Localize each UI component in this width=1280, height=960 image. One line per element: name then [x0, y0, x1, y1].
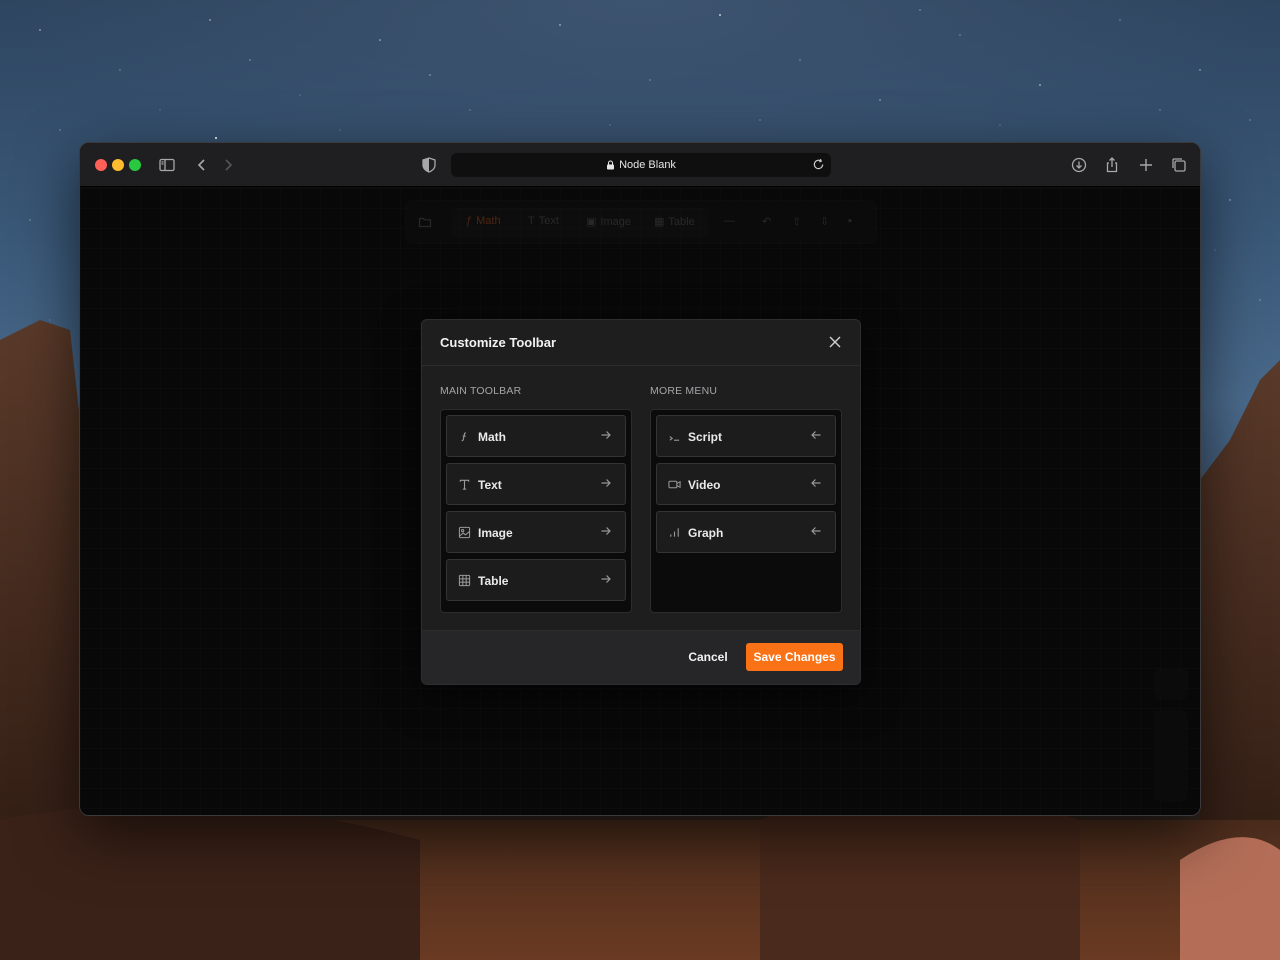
- function-icon: [457, 429, 471, 443]
- dialog-header: Customize Toolbar: [422, 320, 860, 366]
- maximize-window-button[interactable]: [129, 159, 141, 171]
- terminal-icon: [667, 429, 681, 443]
- download-icon[interactable]: [1069, 155, 1089, 175]
- image-icon: [457, 525, 471, 539]
- browser-window: Node Blank ƒ Math T Text ▣ Image ▦ Table…: [79, 142, 1201, 816]
- back-arrow-icon[interactable]: [192, 155, 212, 175]
- arrow-left-icon[interactable]: [809, 428, 823, 442]
- more-item-video[interactable]: Video: [656, 463, 836, 505]
- sidebar-toggle-icon[interactable]: [157, 155, 177, 175]
- privacy-shield-icon[interactable]: [419, 155, 439, 175]
- text-icon: [457, 477, 471, 491]
- cancel-button[interactable]: Cancel: [680, 643, 736, 671]
- dialog-footer: Cancel Save Changes: [422, 630, 860, 684]
- arrow-right-icon[interactable]: [599, 428, 613, 442]
- page-title: Node Blank: [619, 159, 676, 171]
- browser-titlebar: Node Blank: [80, 143, 1200, 187]
- arrow-left-icon[interactable]: [809, 524, 823, 538]
- more-item-graph[interactable]: Graph: [656, 511, 836, 553]
- tab-overview-icon[interactable]: [1169, 155, 1189, 175]
- more-menu-label: MORE MENU: [650, 385, 718, 397]
- close-icon[interactable]: [826, 333, 844, 351]
- save-changes-button[interactable]: Save Changes: [746, 643, 843, 671]
- main-item-math[interactable]: Math: [446, 415, 626, 457]
- forward-arrow-icon[interactable]: [218, 155, 238, 175]
- more-menu-list: Script Video Graph: [650, 409, 842, 613]
- arrow-left-icon[interactable]: [809, 476, 823, 490]
- arrow-right-icon[interactable]: [599, 524, 613, 538]
- main-toolbar-label: MAIN TOOLBAR: [440, 385, 522, 397]
- table-icon: [457, 573, 471, 587]
- minimize-window-button[interactable]: [112, 159, 124, 171]
- lock-icon: [606, 160, 615, 170]
- new-tab-icon[interactable]: [1136, 155, 1156, 175]
- main-item-image[interactable]: Image: [446, 511, 626, 553]
- reload-icon[interactable]: [812, 158, 825, 171]
- bar-chart-icon: [667, 525, 681, 539]
- video-icon: [667, 477, 681, 491]
- customize-toolbar-dialog: Customize Toolbar MAIN TOOLBAR MORE MENU…: [421, 319, 861, 685]
- main-item-text[interactable]: Text: [446, 463, 626, 505]
- main-toolbar-list: Math Text Image Table: [440, 409, 632, 613]
- dialog-title: Customize Toolbar: [440, 335, 557, 350]
- share-icon[interactable]: [1102, 155, 1122, 175]
- arrow-right-icon[interactable]: [599, 476, 613, 490]
- close-window-button[interactable]: [95, 159, 107, 171]
- arrow-right-icon[interactable]: [599, 572, 613, 586]
- main-item-table[interactable]: Table: [446, 559, 626, 601]
- address-bar[interactable]: Node Blank: [451, 153, 831, 177]
- more-item-script[interactable]: Script: [656, 415, 836, 457]
